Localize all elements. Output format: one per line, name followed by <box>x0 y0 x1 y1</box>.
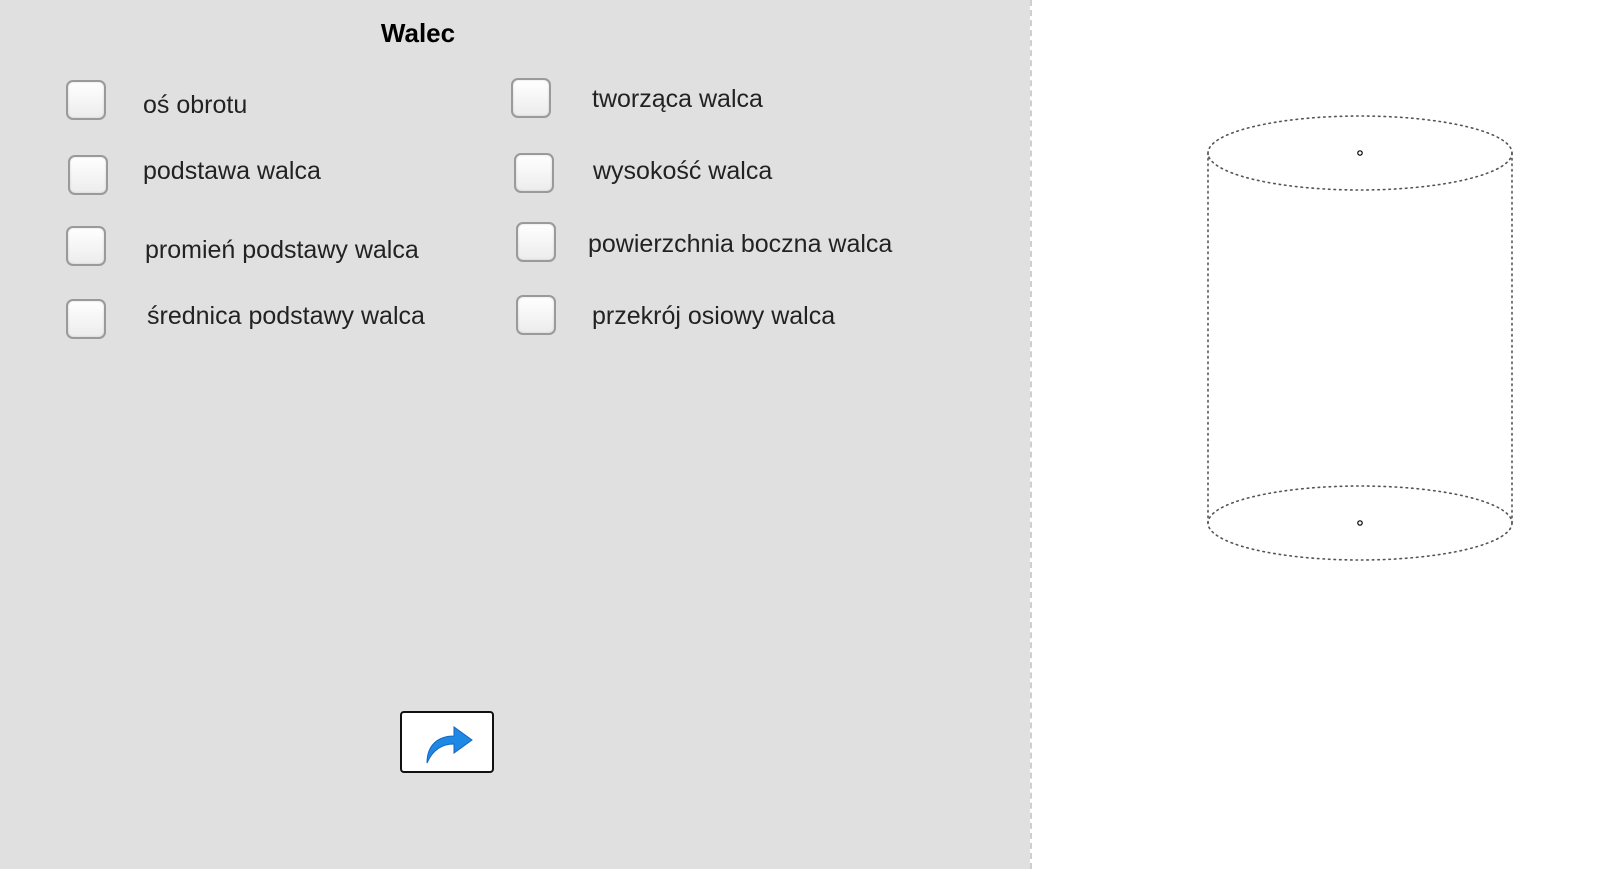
top-center-point <box>1357 150 1363 156</box>
label-powierzchnia-boczna: powierzchnia boczna walca <box>588 230 893 258</box>
redo-arrow-icon <box>426 726 473 764</box>
cylinder-drawing <box>1207 115 1513 561</box>
label-os-obrotu: oś obrotu <box>143 91 248 119</box>
options-panel: Walec oś obrotu podstawa walca promień p… <box>0 0 1030 869</box>
bottom-center-point <box>1357 520 1363 526</box>
checkbox-promien-podstawy[interactable] <box>66 226 106 266</box>
page-title: Walec <box>380 18 456 48</box>
label-srednica-podstawy: średnica podstawy walca <box>147 302 425 330</box>
checkbox-powierzchnia-boczna[interactable] <box>516 222 556 262</box>
label-wysokosc-walca: wysokość walca <box>593 157 773 185</box>
next-button[interactable] <box>400 711 494 773</box>
label-tworzaca-walca: tworząca walca <box>592 85 763 113</box>
label-przekroj-osiowy: przekrój osiowy walca <box>592 302 836 330</box>
checkbox-os-obrotu[interactable] <box>66 80 106 120</box>
checkbox-srednica-podstawy[interactable] <box>66 299 106 339</box>
checkbox-tworzaca-walca[interactable] <box>511 78 551 118</box>
checkbox-przekroj-osiowy[interactable] <box>516 295 556 335</box>
panel-divider <box>1030 0 1032 869</box>
checkbox-podstawa-walca[interactable] <box>68 155 108 195</box>
label-podstawa-walca: podstawa walca <box>143 157 321 185</box>
label-promien-podstawy: promień podstawy walca <box>145 236 419 264</box>
checkbox-wysokosc-walca[interactable] <box>514 153 554 193</box>
